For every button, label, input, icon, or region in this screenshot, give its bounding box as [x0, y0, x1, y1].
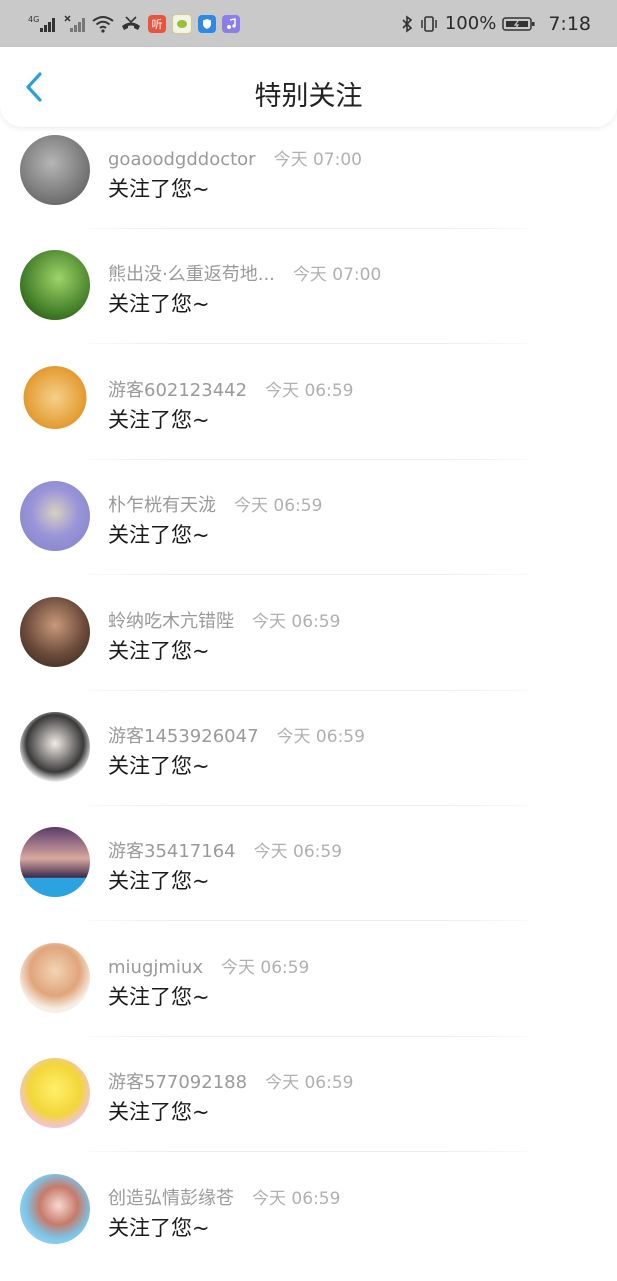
avatar[interactable] — [20, 365, 90, 436]
bluetooth-icon — [401, 14, 413, 33]
avatar[interactable] — [20, 596, 90, 667]
timestamp: 今天 06:59 — [252, 1188, 341, 1209]
message-text: 关注了您~ — [108, 407, 210, 432]
list-item[interactable]: miugjmiux 今天 06:59 关注了您~ — [0, 935, 617, 1050]
shield-app-icon — [198, 14, 216, 33]
name-line: 创造弘情彭缘苍 今天 06:59 — [108, 1184, 340, 1210]
divider — [88, 1035, 528, 1037]
listen-app-icon: 听 — [148, 14, 166, 33]
username[interactable]: 朴乍桄有天泷 — [108, 491, 216, 517]
chat-app-icon — [172, 13, 192, 34]
message-text: 关注了您~ — [108, 869, 210, 894]
list-item[interactable]: 游客35417164 今天 06:59 关注了您~ — [0, 819, 617, 934]
battery-percent: 100% — [444, 13, 497, 34]
avatar[interactable] — [20, 481, 90, 552]
list-item[interactable]: 游客1453926047 今天 06:59 关注了您~ — [0, 704, 617, 819]
battery-icon — [502, 15, 536, 33]
divider — [88, 920, 528, 922]
avatar[interactable] — [20, 135, 90, 205]
name-line: miugjmiux 今天 06:59 — [108, 953, 309, 978]
timestamp: 今天 06:59 — [252, 611, 341, 632]
avatar[interactable] — [20, 942, 90, 1013]
avatar[interactable] — [20, 250, 90, 321]
username[interactable]: 游客602123442 — [108, 376, 247, 402]
list-item[interactable]: 朴乍桄有天泷 今天 06:59 关注了您~ — [0, 473, 617, 588]
divider — [88, 689, 528, 691]
username[interactable]: 游客35417164 — [108, 837, 236, 863]
svg-text:4G: 4G — [28, 15, 39, 24]
message-text: 关注了您~ — [108, 638, 210, 663]
divider — [88, 804, 528, 806]
status-time: 7:18 — [548, 12, 591, 35]
vibrate-icon — [419, 15, 439, 33]
username[interactable]: 蛉纳吃木亢错陛 — [108, 607, 234, 633]
username[interactable]: goaoodgddoctor — [108, 149, 256, 170]
missed-call-icon — [120, 15, 142, 33]
name-line: 游客602123442 今天 06:59 — [108, 376, 353, 402]
message-text: 关注了您~ — [108, 1215, 210, 1240]
wifi-icon — [92, 15, 114, 33]
divider — [88, 343, 528, 345]
status-bar: 4G 听 100% 7:18 — [0, 0, 617, 47]
status-bar-right: 100% 7:18 — [401, 13, 591, 35]
avatar[interactable] — [20, 1173, 90, 1244]
username[interactable]: 创造弘情彭缘苍 — [108, 1184, 234, 1210]
name-line: 熊出没·么重返苟地... 今天 07:00 — [108, 260, 381, 286]
message-text: 关注了您~ — [108, 292, 210, 317]
username[interactable]: 熊出没·么重返苟地... — [108, 260, 275, 286]
message-text: 关注了您~ — [108, 177, 210, 201]
divider — [88, 458, 528, 460]
timestamp: 今天 07:00 — [292, 265, 382, 286]
music-app-icon — [222, 14, 240, 33]
status-bar-left: 4G 听 — [28, 13, 240, 34]
list-item[interactable]: 蛉纳吃木亢错陛 今天 06:59 关注了您~ — [0, 589, 617, 704]
timestamp: 今天 07:00 — [273, 150, 362, 170]
message-text: 关注了您~ — [108, 753, 210, 778]
message-text: 关注了您~ — [108, 1100, 210, 1125]
name-line: goaoodgddoctor 今天 07:00 — [108, 145, 362, 170]
signal-4g-icon: 4G — [28, 14, 58, 34]
avatar[interactable] — [20, 711, 90, 782]
name-line: 朴乍桄有天泷 今天 06:59 — [108, 491, 322, 517]
list-item[interactable]: 熊出没·么重返苟地... 今天 07:00 关注了您~ — [0, 242, 617, 357]
timestamp: 今天 06:59 — [265, 1073, 354, 1094]
list-item[interactable]: 游客602123442 今天 06:59 关注了您~ — [0, 358, 617, 473]
timestamp: 今天 06:59 — [265, 380, 354, 401]
username[interactable]: miugjmiux — [108, 957, 203, 978]
message-text: 关注了您~ — [108, 523, 210, 548]
divider — [88, 1151, 528, 1153]
username[interactable]: 游客1453926047 — [108, 722, 259, 748]
list-item[interactable]: 游客577092188 今天 06:59 关注了您~ — [0, 1050, 617, 1165]
username[interactable]: 游客577092188 — [108, 1068, 247, 1094]
timestamp: 今天 06:59 — [220, 957, 310, 978]
name-line: 蛉纳吃木亢错陛 今天 06:59 — [108, 607, 340, 633]
avatar[interactable] — [20, 827, 90, 898]
page-title: 特别关注 — [254, 81, 363, 112]
list-item[interactable]: goaoodgddoctor 今天 07:00 关注了您~ — [0, 127, 617, 242]
divider — [88, 574, 528, 576]
timestamp: 今天 06:59 — [253, 842, 343, 863]
name-line: 游客1453926047 今天 06:59 — [108, 722, 365, 748]
timestamp: 今天 06:59 — [276, 726, 365, 747]
avatar[interactable] — [20, 1058, 90, 1129]
name-line: 游客35417164 今天 06:59 — [108, 837, 342, 863]
timestamp: 今天 06:59 — [234, 496, 323, 517]
divider — [88, 228, 528, 229]
name-line: 游客577092188 今天 06:59 — [108, 1068, 353, 1094]
list-item[interactable]: 创造弘情彭缘苍 今天 06:59 关注了您~ — [0, 1166, 617, 1281]
notification-list: goaoodgddoctor 今天 07:00 关注了您~ 熊出没·么重返苟地.… — [0, 127, 617, 1281]
message-text: 关注了您~ — [108, 984, 210, 1009]
top-nav-bar: 特别关注 — [0, 47, 617, 127]
signal-bars-icon — [64, 14, 86, 34]
